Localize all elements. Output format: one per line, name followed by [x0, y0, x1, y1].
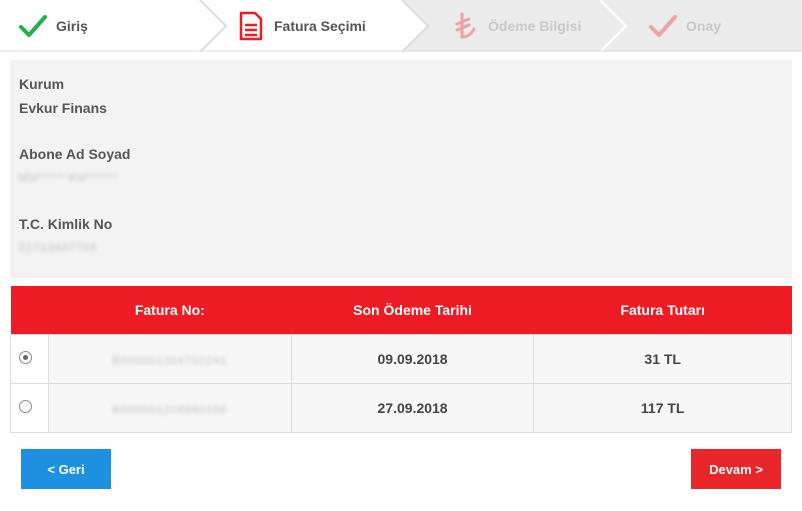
check-icon [648, 11, 678, 41]
invoice-table: Fatura No: Son Ödeme Tarihi Fatura Tutar… [10, 286, 792, 433]
fatura-no: B000001204702241 [112, 354, 228, 367]
table-row[interactable]: B000001204702241 09.09.2018 31 TL [10, 333, 792, 384]
step-label: Fatura Seçimi [274, 18, 366, 34]
step-giris: Giriş [18, 0, 88, 52]
fatura-no-cell: B000001204660156 [47, 382, 292, 433]
step-odeme-bilgisi: Ödeme Bilgisi [450, 0, 581, 52]
step-label: Onay [686, 18, 722, 34]
tc-label: T.C. Kimlik No [19, 216, 113, 232]
row-select-cell[interactable] [10, 382, 49, 433]
step-label: Giriş [56, 18, 88, 34]
tutar-cell: 31 TL [533, 333, 792, 384]
header-fatura-tutari: Fatura Tutarı [533, 286, 792, 334]
abone-value: MU***** KU****** [19, 172, 118, 184]
kurum-label: Kurum [19, 76, 65, 92]
table-header-row: Fatura No: Son Ödeme Tarihi Fatura Tutar… [10, 286, 792, 334]
subscriber-info-panel: Kurum Evkur Finans Abone Ad Soyad MU****… [10, 60, 792, 278]
header-son-odeme-tarihi: Son Ödeme Tarihi [291, 286, 534, 334]
tarih-cell: 09.09.2018 [290, 333, 535, 384]
table-row[interactable]: B000001204660156 27.09.2018 117 TL [10, 382, 792, 433]
fatura-no: B000001204660156 [112, 403, 228, 416]
lira-icon [450, 11, 480, 41]
step-fatura-secimi: Fatura Seçimi [236, 0, 366, 52]
tc-value: 21713447716 [19, 242, 98, 254]
document-icon [236, 11, 266, 41]
abone-label: Abone Ad Soyad [19, 146, 131, 162]
fatura-no-cell: B000001204702241 [47, 333, 292, 384]
next-button[interactable]: Devam > [691, 449, 781, 489]
header-fatura-no: Fatura No: [48, 286, 292, 334]
invoice-radio[interactable] [19, 350, 32, 364]
tarih-cell: 27.09.2018 [290, 382, 535, 433]
check-icon [18, 11, 48, 41]
row-select-cell[interactable] [10, 333, 49, 384]
progress-steps: Giriş Fatura Seçimi Ödeme Bilgisi Onay [0, 0, 802, 52]
step-onay: Onay [648, 0, 721, 52]
kurum-value: Evkur Finans [19, 100, 107, 116]
back-button[interactable]: < Geri [21, 449, 111, 489]
step-label: Ödeme Bilgisi [488, 18, 582, 34]
tutar-cell: 117 TL [533, 382, 792, 433]
header-select [10, 286, 49, 334]
invoice-radio[interactable] [19, 399, 32, 413]
